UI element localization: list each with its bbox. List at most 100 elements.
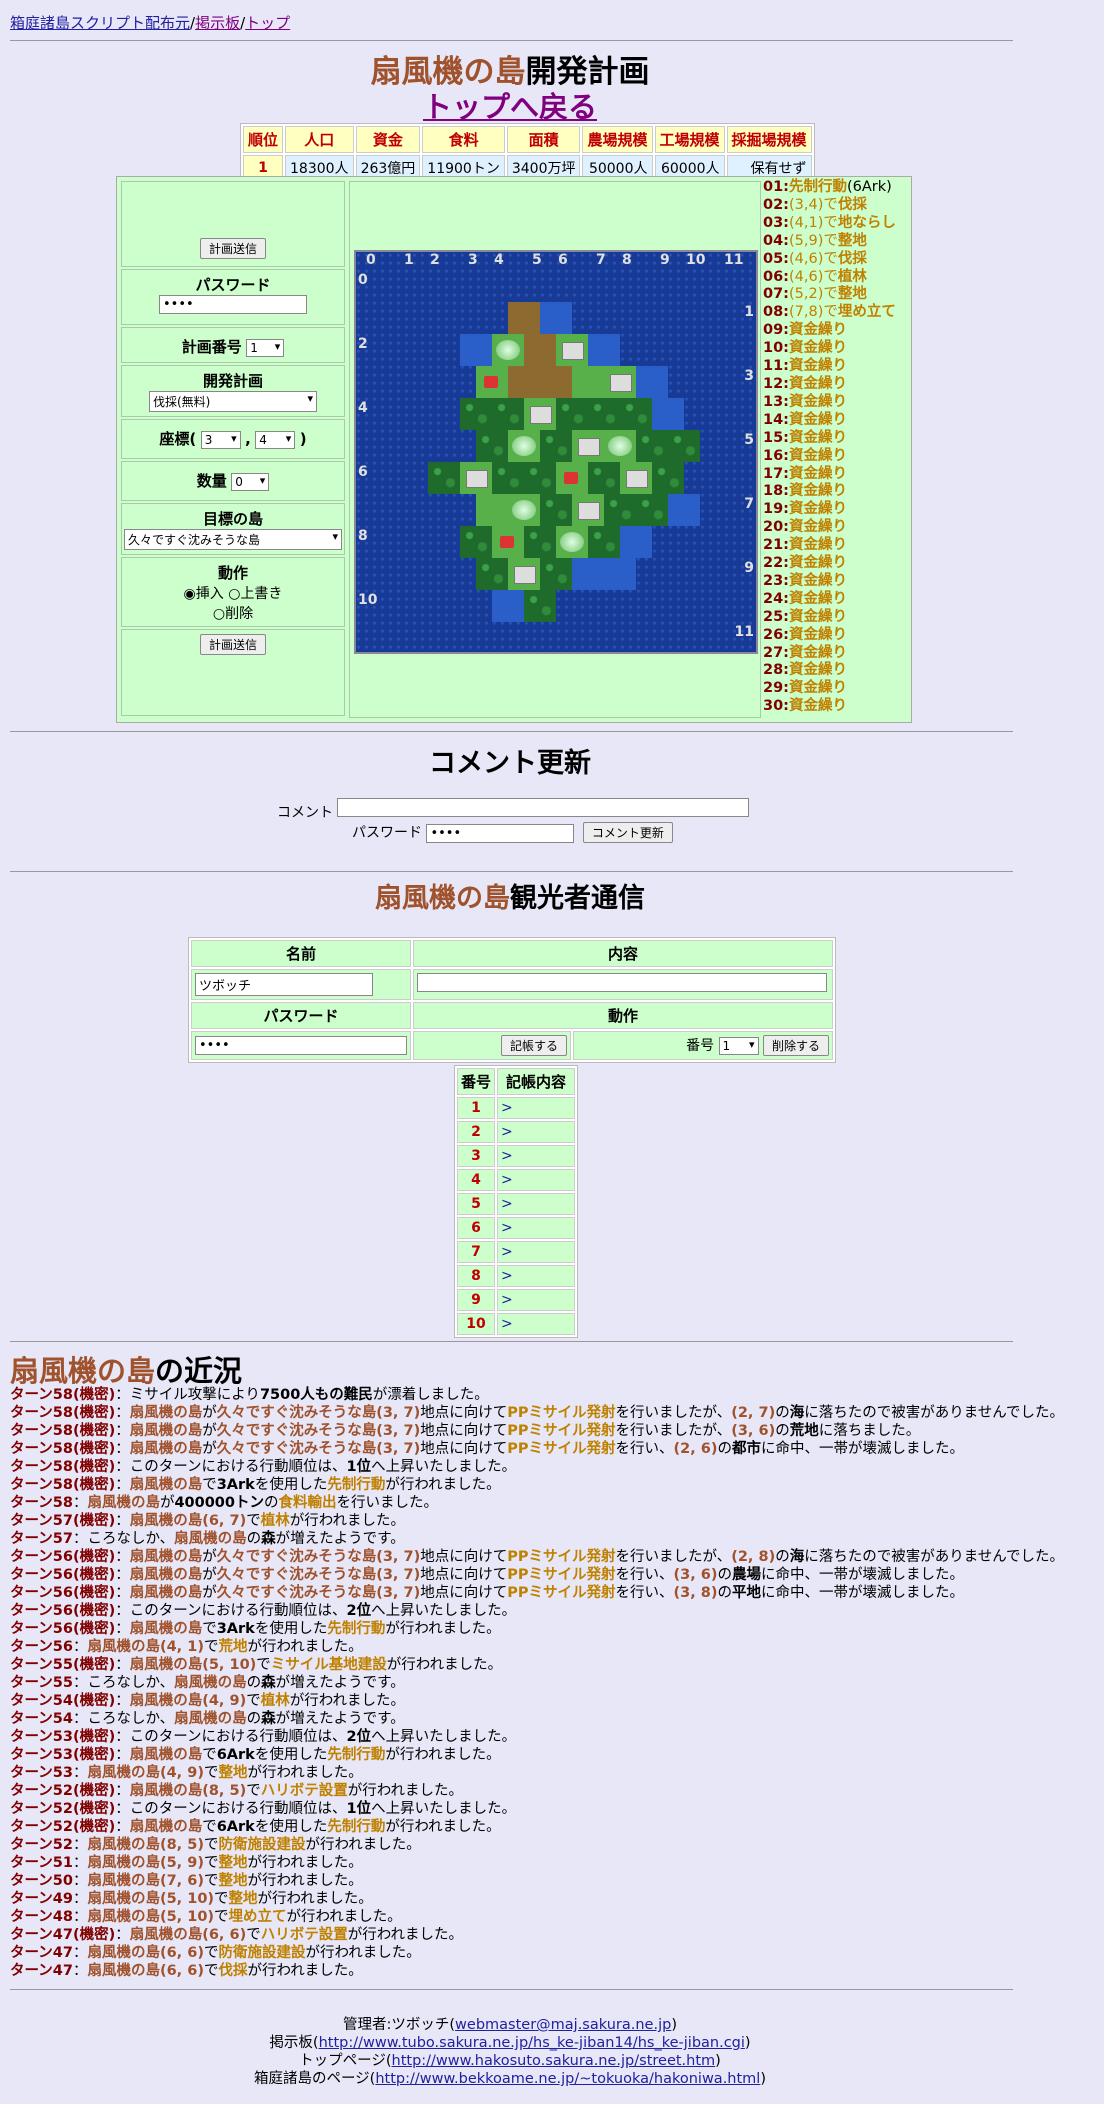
map-tile[interactable] [492, 526, 524, 558]
command-item[interactable]: 22:資金繰り [763, 555, 907, 573]
radio-overwrite[interactable]: ○ [228, 586, 240, 602]
command-item[interactable]: 30:資金繰り [763, 698, 907, 716]
map-tile[interactable] [524, 398, 556, 430]
map-tile[interactable] [460, 462, 492, 494]
nav-bbs-link[interactable]: 掲示板 [195, 14, 240, 32]
map-tile[interactable] [508, 430, 540, 462]
command-item[interactable]: 21:資金繰り [763, 537, 907, 555]
map-tile[interactable] [588, 462, 620, 494]
comment-update-button[interactable]: コメント更新 [582, 822, 673, 843]
map-tile[interactable] [508, 302, 540, 334]
map-tile[interactable] [460, 398, 492, 430]
qty-select[interactable]: 0 [231, 473, 270, 491]
command-item[interactable]: 19:資金繰り [763, 501, 907, 519]
command-item[interactable]: 09:資金繰り [763, 322, 907, 340]
command-item[interactable]: 12:資金繰り [763, 376, 907, 394]
map-tile[interactable] [636, 430, 668, 462]
command-item[interactable]: 01:先制行動(6Ark) [763, 179, 907, 197]
top-url-link[interactable]: http://www.hakosuto.sakura.ne.jp/street.… [392, 2053, 716, 2069]
command-item[interactable]: 04:(5,9)で整地 [763, 233, 907, 251]
tourist-pw-input[interactable]: •••• [195, 1036, 407, 1055]
command-item[interactable]: 06:(4,6)で植林 [763, 269, 907, 287]
map-tile[interactable] [556, 334, 588, 366]
map-tile[interactable] [492, 334, 524, 366]
command-item[interactable]: 24:資金繰り [763, 591, 907, 609]
map-tile[interactable] [636, 494, 668, 526]
command-item[interactable]: 15:資金繰り [763, 430, 907, 448]
map-tile[interactable] [620, 398, 652, 430]
map-tile[interactable] [604, 558, 636, 590]
coord-y-select[interactable]: 4 [255, 431, 296, 449]
map-tile[interactable] [508, 558, 540, 590]
command-item[interactable]: 27:資金繰り [763, 645, 907, 663]
map-tile[interactable] [556, 526, 588, 558]
delete-button[interactable]: 削除する [762, 1035, 829, 1056]
map-tile[interactable] [524, 334, 556, 366]
map-tile[interactable] [508, 494, 540, 526]
map-tile[interactable] [604, 494, 636, 526]
map-tile[interactable] [620, 462, 652, 494]
command-item[interactable]: 11:資金繰り [763, 358, 907, 376]
map-tile[interactable] [604, 366, 636, 398]
map-tile[interactable] [540, 494, 572, 526]
map-tile[interactable] [476, 430, 508, 462]
map-tile[interactable] [540, 302, 572, 334]
target-select[interactable]: 久々ですぐ沈みそうな島 [124, 529, 342, 550]
map-tile[interactable] [588, 398, 620, 430]
coord-x-select[interactable]: 3 [200, 431, 241, 449]
map-tile[interactable] [540, 558, 572, 590]
map-tile[interactable] [588, 526, 620, 558]
command-item[interactable]: 28:資金繰り [763, 662, 907, 680]
map-tile[interactable] [460, 334, 492, 366]
map-tile[interactable] [604, 430, 636, 462]
map-tile[interactable] [492, 462, 524, 494]
comment-pw-field[interactable]: •••• [426, 824, 575, 843]
command-item[interactable]: 25:資金繰り [763, 609, 907, 627]
map-tile[interactable] [524, 590, 556, 622]
bbs-url-link[interactable]: http://www.tubo.sakura.ne.jp/hs_ke-jiban… [319, 2035, 745, 2051]
map-tile[interactable] [636, 366, 668, 398]
tourist-name-input[interactable]: ツボッチ [195, 973, 373, 996]
post-button[interactable]: 記帳する [500, 1035, 567, 1056]
map-tile[interactable] [668, 494, 700, 526]
map-tile[interactable] [476, 366, 508, 398]
back-to-top-link[interactable]: トップへ戻る [423, 90, 597, 124]
map-tile[interactable] [572, 558, 604, 590]
radio-insert[interactable]: ◉ [184, 586, 196, 602]
radio-delete[interactable]: ○ [213, 606, 225, 622]
nav-home-link[interactable]: 箱庭諸島スクリプト配布元 [10, 14, 190, 32]
nav-top-link[interactable]: トップ [245, 14, 290, 32]
command-item[interactable]: 03:(4,1)で地ならし [763, 215, 907, 233]
plan-submit-button-bottom[interactable]: 計画送信 [199, 634, 266, 655]
admin-mail-link[interactable]: webmaster@maj.sakura.ne.jp [455, 2017, 671, 2033]
home-url-link[interactable]: http://www.bekkoame.ne.jp/~tokuoka/hakon… [375, 2071, 760, 2087]
command-item[interactable]: 17:資金繰り [763, 466, 907, 484]
command-item[interactable]: 20:資金繰り [763, 519, 907, 537]
map-tile[interactable] [572, 366, 604, 398]
map-tile[interactable] [620, 526, 652, 558]
map-tile[interactable] [492, 590, 524, 622]
plan-no-select[interactable]: 1 [246, 339, 285, 357]
command-item[interactable]: 13:資金繰り [763, 394, 907, 412]
comment-input[interactable] [337, 798, 750, 817]
map-tile[interactable] [476, 558, 508, 590]
command-item[interactable]: 02:(3,4)で伐採 [763, 197, 907, 215]
command-item[interactable]: 29:資金繰り [763, 680, 907, 698]
command-item[interactable]: 10:資金繰り [763, 340, 907, 358]
map-tile[interactable] [476, 494, 508, 526]
num-select[interactable]: 1 [718, 1037, 759, 1055]
command-item[interactable]: 26:資金繰り [763, 627, 907, 645]
map-tile[interactable] [572, 430, 604, 462]
map-tile[interactable] [588, 334, 620, 366]
map-tile[interactable] [428, 462, 460, 494]
map-tile[interactable] [524, 462, 556, 494]
map-tile[interactable] [508, 366, 540, 398]
map-tile[interactable] [556, 462, 588, 494]
plan-select[interactable]: 伐採(無料) [149, 391, 317, 412]
map-tile[interactable] [460, 526, 492, 558]
command-item[interactable]: 05:(4,6)で伐採 [763, 251, 907, 269]
map-tile[interactable] [572, 494, 604, 526]
command-item[interactable]: 23:資金繰り [763, 573, 907, 591]
map-tile[interactable] [492, 398, 524, 430]
map-tile[interactable] [668, 430, 700, 462]
